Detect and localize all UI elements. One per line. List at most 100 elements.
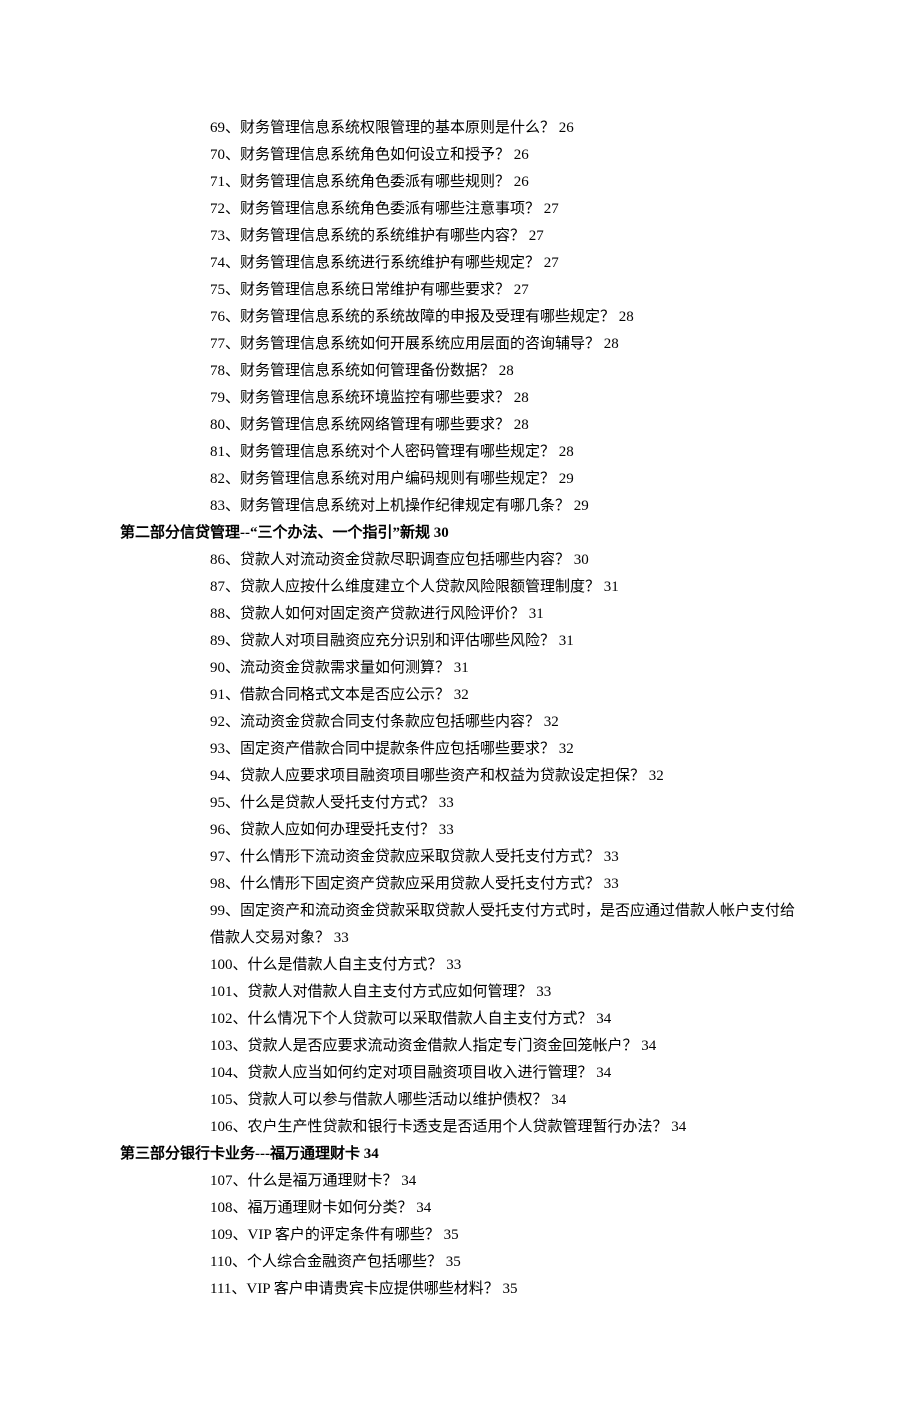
section-header: 第二部分信贷管理--“三个办法、一个指引”新规 30 <box>120 520 800 547</box>
toc-item: 73、财务管理信息系统的系统维护有哪些内容？ 27 <box>120 223 800 250</box>
toc-item-text: 财务管理信息系统进行系统维护有哪些规定？ <box>240 255 540 271</box>
toc-item-page: 26 <box>514 174 529 190</box>
toc-item-separator: 、 <box>233 1011 248 1027</box>
toc-item-text: 什么情形下固定资产贷款应采用贷款人受托支付方式？ <box>240 876 600 892</box>
toc-item-separator: 、 <box>233 1173 248 1189</box>
toc-item: 97、什么情形下流动资金贷款应采取贷款人受托支付方式？ 33 <box>120 844 800 871</box>
toc-item-separator: 、 <box>231 1281 246 1297</box>
toc-item-page: 27 <box>529 228 544 244</box>
toc-item: 94、贷款人应要求项目融资项目哪些资产和权益为贷款设定担保？ 32 <box>120 763 800 790</box>
toc-item-number: 99 <box>210 903 225 919</box>
toc-item-text: 什么情形下流动资金贷款应采取贷款人受托支付方式？ <box>240 849 600 865</box>
toc-item: 90、流动资金贷款需求量如何测算？ 31 <box>120 655 800 682</box>
toc-item-page: 27 <box>544 255 559 271</box>
toc-item-page: 33 <box>604 849 619 865</box>
toc-item-number: 109 <box>210 1227 233 1243</box>
toc-item-page: 33 <box>536 984 551 1000</box>
toc-item: 72、财务管理信息系统角色委派有哪些注意事项？ 27 <box>120 196 800 223</box>
toc-item-number: 88 <box>210 606 225 622</box>
toc-item-number: 93 <box>210 741 225 757</box>
toc-item-separator: 、 <box>225 147 240 163</box>
toc-item-page: 33 <box>446 957 461 973</box>
toc-item-number: 91 <box>210 687 225 703</box>
section-header-page: 30 <box>434 525 449 541</box>
toc-item-number: 92 <box>210 714 225 730</box>
toc-item-text: 贷款人对项目融资应充分识别和评估哪些风险？ <box>240 633 555 649</box>
toc-item-number: 74 <box>210 255 225 271</box>
toc-item: 87、贷款人应按什么维度建立个人贷款风险限额管理制度？ 31 <box>120 574 800 601</box>
toc-item-text: 个人综合金融资产包括哪些？ <box>247 1254 442 1270</box>
toc-item-number: 110 <box>210 1254 232 1270</box>
section-header: 第三部分银行卡业务---福万通理财卡 34 <box>120 1141 800 1168</box>
toc-item-text: VIP 客户申请贵宾卡应提供哪些材料？ <box>246 1281 498 1297</box>
toc-item-separator: 、 <box>225 741 240 757</box>
toc-item-separator: 、 <box>225 228 240 244</box>
toc-item-text: 福万通理财卡如何分类？ <box>248 1200 413 1216</box>
toc-item-number: 100 <box>210 957 233 973</box>
toc-item: 89、贷款人对项目融资应充分识别和评估哪些风险？ 31 <box>120 628 800 655</box>
toc-item-separator: 、 <box>232 1254 247 1270</box>
toc-item-separator: 、 <box>233 1065 248 1081</box>
toc-item: 81、财务管理信息系统对个人密码管理有哪些规定？ 28 <box>120 439 800 466</box>
toc-item-separator: 、 <box>225 795 240 811</box>
toc-item-number: 102 <box>210 1011 233 1027</box>
toc-item: 83、财务管理信息系统对上机操作纪律规定有哪几条？ 29 <box>120 493 800 520</box>
toc-item-number: 89 <box>210 633 225 649</box>
toc-item-page: 34 <box>401 1173 416 1189</box>
toc-item-separator: 、 <box>233 1119 248 1135</box>
toc-item-number: 87 <box>210 579 225 595</box>
toc-item-number: 75 <box>210 282 225 298</box>
toc-item-page: 33 <box>334 930 349 946</box>
toc-item-text: 贷款人对借款人自主支付方式应如何管理？ <box>248 984 533 1000</box>
toc-item-text: 什么是借款人自主支付方式？ <box>248 957 443 973</box>
toc-item: 77、财务管理信息系统如何开展系统应用层面的咨询辅导？ 28 <box>120 331 800 358</box>
toc-item-number: 98 <box>210 876 225 892</box>
toc-item: 76、财务管理信息系统的系统故障的申报及受理有哪些规定？ 28 <box>120 304 800 331</box>
toc-item-separator: 、 <box>225 633 240 649</box>
toc-item-text: 财务管理信息系统环境监控有哪些要求？ <box>240 390 510 406</box>
toc-item: 110、个人综合金融资产包括哪些？ 35 <box>120 1249 800 1276</box>
toc-item-number: 94 <box>210 768 225 784</box>
toc-item-text: 财务管理信息系统角色委派有哪些注意事项？ <box>240 201 540 217</box>
toc-item: 101、贷款人对借款人自主支付方式应如何管理？ 33 <box>120 979 800 1006</box>
toc-item: 74、财务管理信息系统进行系统维护有哪些规定？ 27 <box>120 250 800 277</box>
toc-item-separator: 、 <box>233 957 248 973</box>
toc-item-text: 贷款人应要求项目融资项目哪些资产和权益为贷款设定担保？ <box>240 768 645 784</box>
toc-item-number: 70 <box>210 147 225 163</box>
toc-item-text: 财务管理信息系统如何开展系统应用层面的咨询辅导？ <box>240 336 600 352</box>
toc-item: 92、流动资金贷款合同支付条款应包括哪些内容？ 32 <box>120 709 800 736</box>
toc-item-page: 31 <box>559 633 574 649</box>
toc-item: 104、贷款人应当如何约定对项目融资项目收入进行管理？ 34 <box>120 1060 800 1087</box>
table-of-contents: 69、财务管理信息系统权限管理的基本原则是什么？ 2670、财务管理信息系统角色… <box>120 115 800 1303</box>
toc-item-page: 26 <box>514 147 529 163</box>
toc-item-separator: 、 <box>225 876 240 892</box>
toc-item-number: 103 <box>210 1038 233 1054</box>
toc-item-separator: 、 <box>225 849 240 865</box>
toc-item-text: 什么是福万通理财卡？ <box>248 1173 398 1189</box>
toc-item: 80、财务管理信息系统网络管理有哪些要求？ 28 <box>120 412 800 439</box>
toc-item-page: 35 <box>446 1254 461 1270</box>
toc-item-separator: 、 <box>225 390 240 406</box>
toc-item-text: 财务管理信息系统的系统故障的申报及受理有哪些规定？ <box>240 309 615 325</box>
toc-item: 102、什么情况下个人贷款可以采取借款人自主支付方式？ 34 <box>120 1006 800 1033</box>
toc-item-page: 29 <box>574 498 589 514</box>
toc-item-separator: 、 <box>225 714 240 730</box>
toc-item: 91、借款合同格式文本是否应公示？ 32 <box>120 682 800 709</box>
toc-item-page: 33 <box>439 795 454 811</box>
toc-item-page: 32 <box>649 768 664 784</box>
toc-item-text: 财务管理信息系统角色委派有哪些规则？ <box>240 174 510 190</box>
toc-item-text: 贷款人可以参与借款人哪些活动以维护债权？ <box>248 1092 548 1108</box>
toc-item-text: 财务管理信息系统网络管理有哪些要求？ <box>240 417 510 433</box>
toc-item-separator: 、 <box>225 282 240 298</box>
toc-item-text: 财务管理信息系统对用户编码规则有哪些规定？ <box>240 471 555 487</box>
toc-item-text: 固定资产和流动资金贷款采取贷款人受托支付方式时，是否应通过借款人帐户支付给借款人… <box>210 903 795 946</box>
toc-item-separator: 、 <box>225 336 240 352</box>
toc-item-number: 72 <box>210 201 225 217</box>
toc-item-text: 贷款人应当如何约定对项目融资项目收入进行管理？ <box>248 1065 593 1081</box>
toc-item-separator: 、 <box>225 201 240 217</box>
toc-item-separator: 、 <box>225 498 240 514</box>
toc-item-text: 财务管理信息系统如何管理备份数据？ <box>240 363 495 379</box>
toc-item-separator: 、 <box>225 444 240 460</box>
toc-item-separator: 、 <box>225 174 240 190</box>
section-header-text: 第二部分信贷管理--“三个办法、一个指引”新规 <box>120 525 430 541</box>
